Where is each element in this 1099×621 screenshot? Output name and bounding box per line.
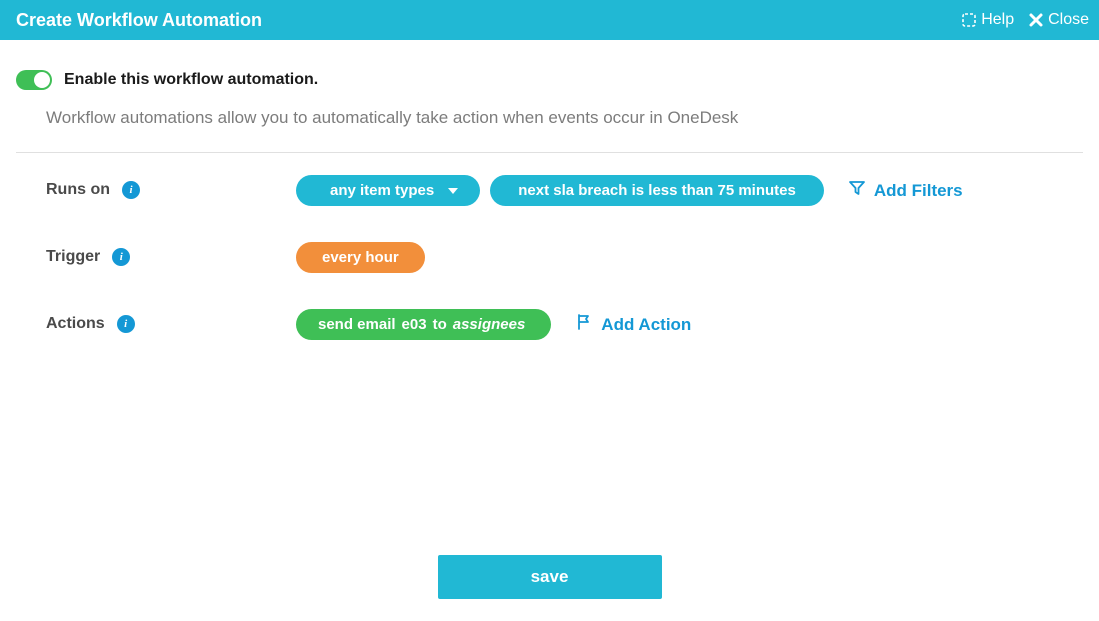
trigger-controls: every hour bbox=[296, 242, 425, 273]
filter-icon bbox=[848, 179, 866, 202]
dialog-title: Create Workflow Automation bbox=[16, 10, 262, 31]
enable-toggle[interactable] bbox=[16, 70, 52, 90]
email-target: assignees bbox=[453, 316, 526, 333]
add-action-button[interactable]: Add Action bbox=[575, 313, 691, 336]
dialog-content: Enable this workflow automation. Workflo… bbox=[0, 40, 1099, 340]
add-filters-label: Add Filters bbox=[874, 181, 963, 201]
email-code: e03 bbox=[402, 316, 427, 333]
help-button[interactable]: Help bbox=[957, 7, 1018, 33]
config-section: Runs on i any item types next sla breach… bbox=[16, 153, 1083, 340]
action-pill[interactable]: send email e03 to assignees bbox=[296, 309, 551, 340]
runs-on-label: Runs on bbox=[46, 181, 110, 199]
header-actions: Help Close bbox=[957, 7, 1093, 33]
trigger-label: Trigger bbox=[46, 248, 100, 266]
chevron-down-icon bbox=[448, 188, 458, 194]
trigger-row: Trigger i every hour bbox=[46, 242, 1083, 273]
save-button[interactable]: save bbox=[438, 555, 662, 599]
toggle-knob bbox=[34, 72, 50, 88]
enable-row: Enable this workflow automation. bbox=[16, 70, 1083, 90]
close-button[interactable]: Close bbox=[1024, 7, 1093, 33]
close-icon bbox=[1028, 12, 1044, 28]
actions-label: Actions bbox=[46, 315, 105, 333]
enable-label: Enable this workflow automation. bbox=[64, 71, 318, 89]
help-icon bbox=[961, 12, 977, 28]
filter-pill-label: next sla breach is less than 75 minutes bbox=[518, 182, 796, 199]
actions-controls: send email e03 to assignees Add Action bbox=[296, 309, 691, 340]
info-icon[interactable]: i bbox=[117, 315, 135, 333]
trigger-label-wrap: Trigger i bbox=[46, 242, 296, 266]
runs-on-controls: any item types next sla breach is less t… bbox=[296, 175, 963, 206]
item-types-label: any item types bbox=[330, 182, 434, 199]
flag-icon bbox=[575, 313, 593, 336]
close-label: Close bbox=[1048, 11, 1089, 29]
item-types-dropdown[interactable]: any item types bbox=[296, 175, 480, 206]
add-filters-button[interactable]: Add Filters bbox=[848, 179, 963, 202]
filter-pill[interactable]: next sla breach is less than 75 minutes bbox=[490, 175, 824, 206]
dialog-footer: save bbox=[0, 555, 1099, 599]
add-action-label: Add Action bbox=[601, 315, 691, 335]
runs-on-row: Runs on i any item types next sla breach… bbox=[46, 175, 1083, 206]
dialog-header: Create Workflow Automation Help Close bbox=[0, 0, 1099, 40]
actions-label-wrap: Actions i bbox=[46, 309, 296, 333]
trigger-pill-label: every hour bbox=[322, 249, 399, 266]
actions-row: Actions i send email e03 to assignees bbox=[46, 309, 1083, 340]
trigger-pill[interactable]: every hour bbox=[296, 242, 425, 273]
automation-description: Workflow automations allow you to automa… bbox=[16, 108, 1083, 153]
email-prefix: send email bbox=[318, 316, 396, 333]
info-icon[interactable]: i bbox=[112, 248, 130, 266]
action-pill-content: send email e03 to assignees bbox=[318, 316, 525, 333]
info-icon[interactable]: i bbox=[122, 181, 140, 199]
runs-on-label-wrap: Runs on i bbox=[46, 175, 296, 199]
help-label: Help bbox=[981, 11, 1014, 29]
email-to: to bbox=[433, 316, 447, 333]
